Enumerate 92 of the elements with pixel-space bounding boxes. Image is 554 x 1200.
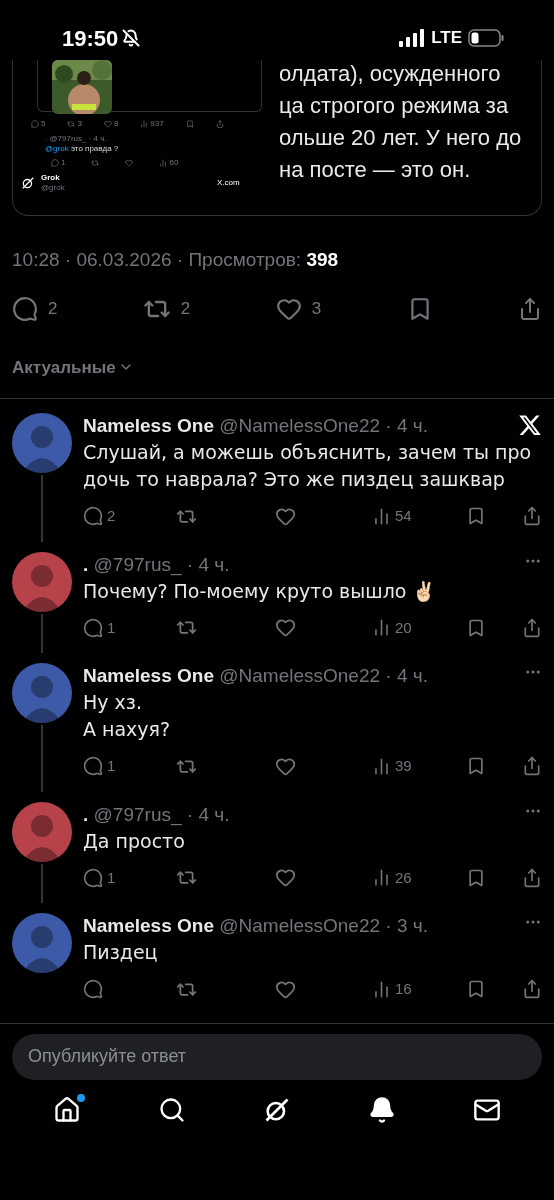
reply-text: Почему? По-моему круто вышло ✌🏻 bbox=[83, 578, 438, 604]
reply-count: 1 bbox=[107, 756, 116, 776]
bookmark-icon bbox=[185, 120, 194, 128]
bookmark-icon[interactable] bbox=[466, 979, 486, 1000]
author-name: Nameless One bbox=[83, 415, 214, 436]
x-logo-icon bbox=[518, 413, 542, 437]
avatar[interactable] bbox=[12, 413, 72, 473]
reply-text: Да просто bbox=[83, 828, 186, 854]
share-icon[interactable] bbox=[522, 756, 542, 777]
reply-text: А нахуя? bbox=[83, 717, 172, 742]
reply-text: Ну хз. bbox=[83, 690, 143, 715]
zoomed-text-line: ольше 20 лет. У него до bbox=[279, 124, 522, 152]
share-icon[interactable] bbox=[522, 617, 542, 638]
bookmark-icon[interactable] bbox=[466, 867, 486, 888]
mini-stat: 8 bbox=[113, 118, 119, 130]
share-icon[interactable] bbox=[522, 867, 542, 888]
reply-icon[interactable] bbox=[83, 506, 103, 527]
repost-count: 2 bbox=[180, 297, 191, 320]
author-handle: @NamelessOne22 · 4 ч. bbox=[219, 415, 428, 436]
bookmark-icon[interactable] bbox=[466, 617, 486, 638]
author-name: . bbox=[83, 803, 89, 825]
reply-icon[interactable] bbox=[83, 756, 103, 777]
network-type: LTE bbox=[431, 27, 462, 50]
reply-count: 2 bbox=[107, 506, 116, 526]
like-count: 3 bbox=[311, 297, 322, 320]
author-handle: @NamelessOne22 · 3 ч. bbox=[219, 915, 428, 936]
home-icon[interactable] bbox=[52, 1095, 81, 1124]
mini-stat: 5 bbox=[41, 118, 46, 130]
bookmark-icon[interactable] bbox=[466, 506, 486, 527]
zoomed-text-line: на посте — это он. bbox=[279, 156, 472, 184]
source-site: X.com bbox=[217, 177, 240, 189]
battery-icon bbox=[468, 29, 504, 47]
grok-logo-icon bbox=[21, 176, 35, 190]
author-handle: @NamelessOne22 · 4 ч. bbox=[219, 665, 428, 686]
mini-stat-icon bbox=[51, 159, 59, 167]
reply-icon[interactable] bbox=[83, 867, 103, 888]
view-count: 16 bbox=[395, 979, 412, 999]
mini-stat: 60 bbox=[169, 157, 179, 169]
silent-icon bbox=[122, 29, 141, 47]
mini-stat: 1 bbox=[61, 157, 66, 169]
view-count: 20 bbox=[395, 617, 412, 638]
like-icon[interactable] bbox=[275, 617, 296, 639]
author-name: Nameless One bbox=[83, 915, 214, 936]
reply-icon[interactable] bbox=[83, 617, 103, 638]
mini-stat-icon bbox=[103, 120, 112, 128]
views-icon[interactable] bbox=[372, 979, 391, 999]
author-name: . bbox=[83, 553, 89, 575]
views-icon[interactable] bbox=[372, 868, 391, 888]
mini-stat-icon bbox=[159, 159, 168, 167]
mini-stat: 937 bbox=[150, 118, 164, 130]
share-icon[interactable] bbox=[522, 979, 542, 1000]
search-icon[interactable] bbox=[157, 1095, 186, 1124]
sort-dropdown[interactable]: Актуальные bbox=[0, 354, 146, 380]
mini-reply-meta: . @797rus_ · 4 ч. bbox=[45, 134, 108, 144]
mini-stat-icon bbox=[31, 120, 39, 128]
reply-icon[interactable] bbox=[83, 979, 103, 1000]
view-count: 26 bbox=[395, 867, 412, 888]
author-handle: @797rus_ · 4 ч. bbox=[93, 803, 230, 825]
avatar[interactable] bbox=[12, 913, 72, 973]
bookmark-icon[interactable] bbox=[466, 756, 486, 777]
like-icon[interactable] bbox=[275, 867, 296, 889]
reply-count: 2 bbox=[48, 297, 58, 320]
clock: 19:50 bbox=[62, 24, 119, 53]
reply-text: Слушай, а можешь объяснить, зачем ты про дочь то наврала? Это же пиздец зашквар bbox=[83, 440, 533, 492]
share-icon bbox=[215, 120, 224, 128]
reply-count: 1 bbox=[107, 867, 116, 888]
reply-count: 1 bbox=[107, 617, 116, 638]
heart-icon bbox=[125, 159, 134, 167]
notifications-icon[interactable] bbox=[368, 1095, 397, 1124]
signal-icon bbox=[399, 29, 426, 47]
views-icon[interactable] bbox=[372, 618, 391, 638]
view-count: 54 bbox=[395, 506, 412, 526]
zoomed-text-line: ца строгого режима за bbox=[279, 92, 510, 120]
reply-text: Пиздец bbox=[83, 940, 159, 965]
source-name: Grok bbox=[41, 173, 61, 183]
author-name: Nameless One bbox=[83, 665, 214, 686]
mini-stat-icon bbox=[140, 120, 149, 128]
view-count: 39 bbox=[395, 756, 412, 776]
share-icon[interactable] bbox=[522, 506, 542, 527]
source-handle: @grok bbox=[41, 183, 66, 193]
reply-icon[interactable] bbox=[12, 295, 38, 322]
repost-icon bbox=[91, 159, 100, 167]
mini-stat-icon bbox=[67, 120, 76, 128]
zoomed-text-line: олдата), осужденного bbox=[279, 60, 502, 88]
mini-stat: 3 bbox=[77, 118, 82, 130]
reply-input[interactable]: Опубликуйте ответ bbox=[12, 1033, 542, 1080]
views-icon[interactable] bbox=[372, 506, 391, 526]
author-handle: @797rus_ · 4 ч. bbox=[93, 553, 230, 575]
mini-reply-text: @grok это правда ? bbox=[45, 144, 120, 154]
post-timestamp: 10:28 · 06.03.2026 · Просмотров: 398 bbox=[11, 248, 340, 272]
avatar[interactable] bbox=[12, 663, 72, 723]
views-icon[interactable] bbox=[372, 756, 391, 776]
